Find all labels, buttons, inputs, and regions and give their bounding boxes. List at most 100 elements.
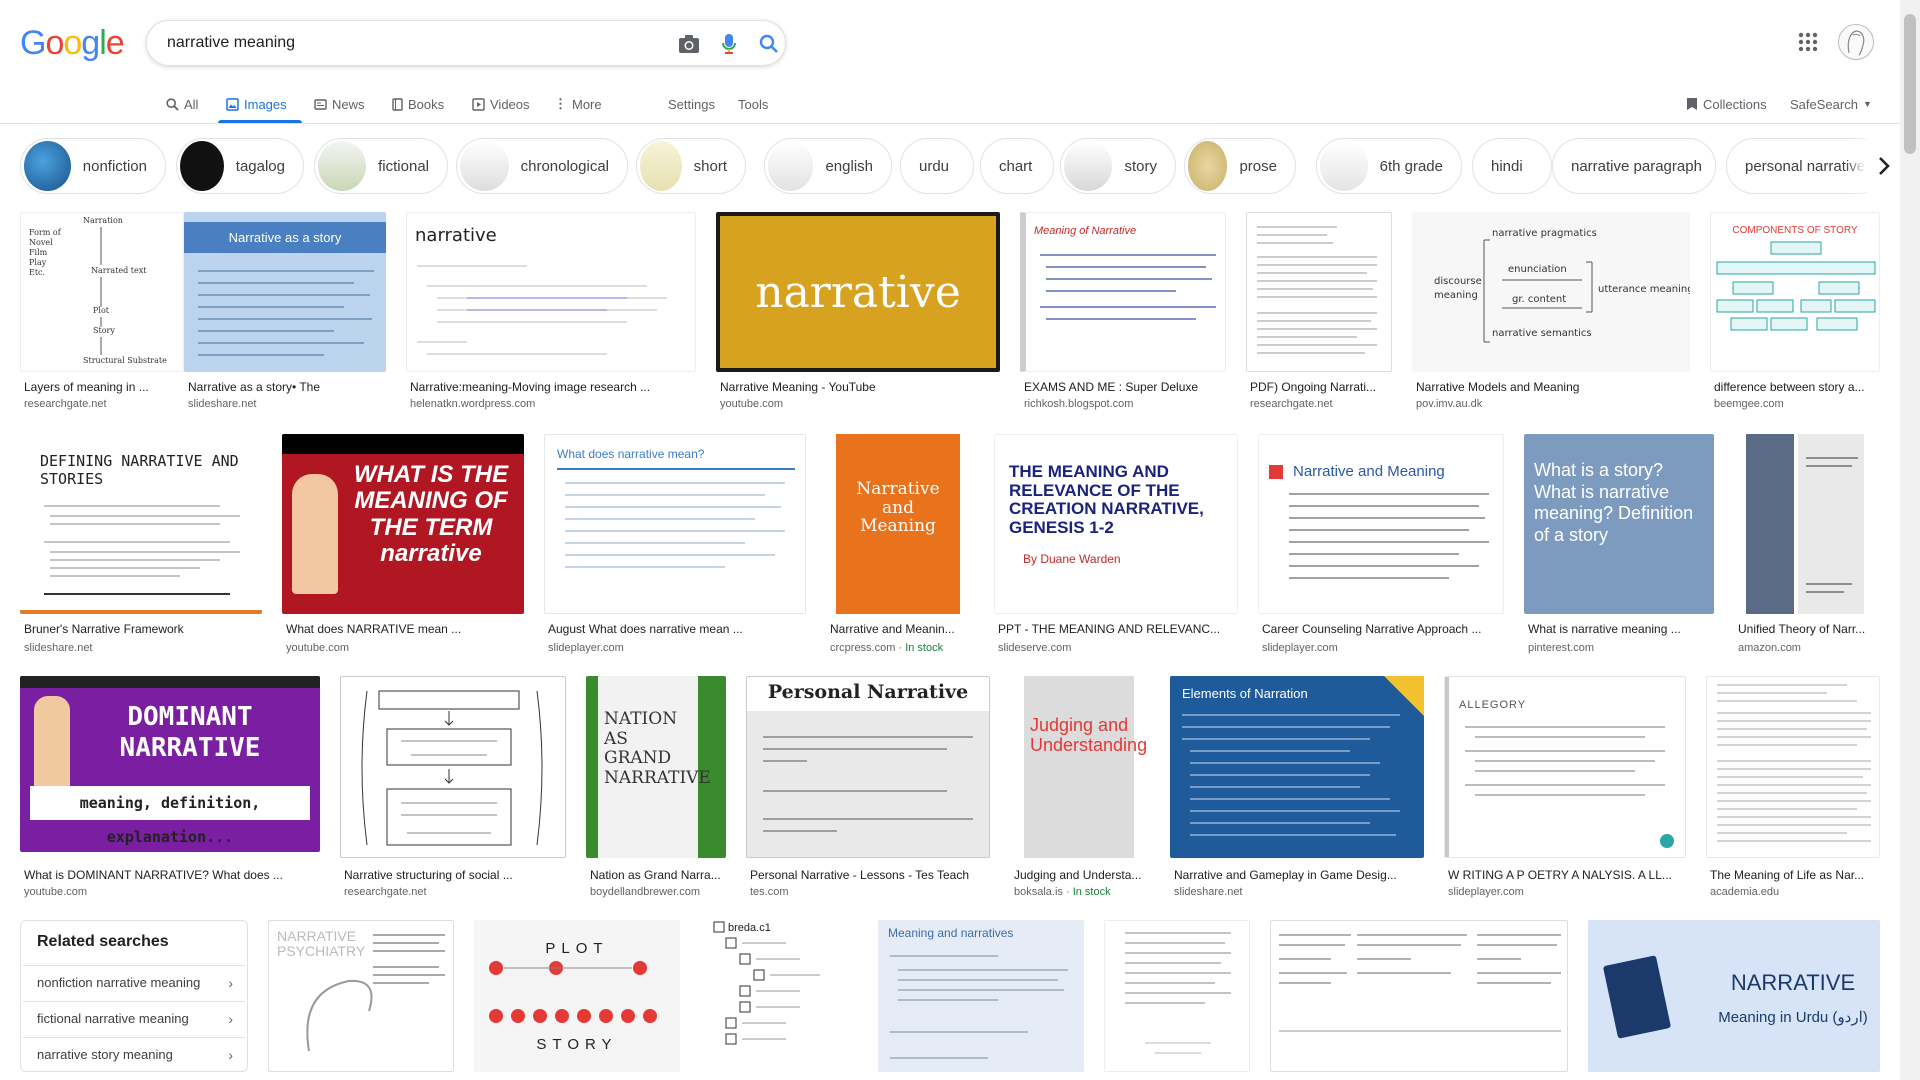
- result-title: W RITING A P OETRY A NALYSIS. A LL...: [1448, 868, 1672, 882]
- result-title: What does NARRATIVE mean ...: [286, 622, 462, 636]
- result-title: Narrative structuring of social ...: [344, 868, 513, 882]
- result-source: researchgate.net: [24, 398, 107, 410]
- thumbnail-heading: Personal Narrative: [747, 677, 989, 711]
- svg-text:utterance meaning: utterance meaning: [1598, 284, 1690, 295]
- result-thumbnail: Elements of Narration: [1170, 676, 1424, 858]
- result-source: slideshare.net: [1174, 886, 1243, 898]
- result-source: slideshare.net: [24, 642, 93, 654]
- related-search-item[interactable]: narrative story meaning ›: [23, 1037, 245, 1071]
- result-title: Judging and Understa...: [1014, 868, 1142, 882]
- result-source: slideplayer.com: [548, 642, 624, 654]
- result-thumbnail: COMPONENTS OF STORY: [1710, 212, 1880, 372]
- result-thumbnail: PLOT STORY: [474, 920, 680, 1072]
- thumbnail-heading: What does narrative mean?: [557, 447, 705, 461]
- result-thumbnail: [1270, 920, 1568, 1072]
- result-thumbnail: Narrative and Meaning: [1258, 434, 1504, 614]
- svg-text:Plot: Plot: [93, 306, 110, 315]
- result-source: boydellandbrewer.com: [590, 886, 701, 898]
- image-results-grid: Form of Novel Film Play Etc. Narration Narrate…: [0, 0, 1900, 1080]
- thumbnail-heading: Narrative and Meaning: [856, 479, 940, 537]
- result-title: Career Counseling Narrative Approach ...: [1262, 622, 1482, 636]
- result-thumbnail: Meaning and narratives: [878, 920, 1084, 1072]
- svg-text:gr. content: gr. content: [1512, 294, 1566, 305]
- result-title: difference between story a...: [1714, 380, 1865, 394]
- result-thumbnail: Meaning of Narrative: [1020, 212, 1226, 372]
- result-source: pov.imv.au.dk: [1416, 398, 1483, 410]
- stock-status: In stock: [1072, 886, 1111, 898]
- thumbnail-heading: narrative: [720, 216, 996, 368]
- thumbnail-subheading: Meaning in Urdu (اردو): [1718, 1009, 1868, 1026]
- svg-text:Form of: Form of: [29, 228, 62, 237]
- svg-text:narrative semantics: narrative semantics: [1492, 328, 1592, 339]
- result-source: boksala.is · In stock: [1014, 886, 1111, 898]
- result-title: Narrative Meaning - YouTube: [720, 380, 876, 394]
- thumbnail-heading: DOMINANT NARRATIVE: [119, 702, 261, 764]
- result-source: researchgate.net: [344, 886, 427, 898]
- svg-text:Film: Film: [29, 248, 48, 257]
- result-title: Narrative Models and Meaning: [1416, 380, 1580, 394]
- result-source: crcpress.com · In stock: [830, 642, 944, 654]
- result-thumbnail: What does narrative mean?: [544, 434, 806, 614]
- result-thumbnail: NARRATIVE PSYCHIATRY: [268, 920, 454, 1072]
- thumbnail-heading: THE MEANING AND RELEVANCE OF THE CREATIO…: [1009, 462, 1204, 538]
- result-thumbnail: breda.c1: [700, 920, 858, 1072]
- thumbnail-heading: What is a story? What is narrative meani…: [1534, 460, 1694, 545]
- thumbnail-heading: narrative: [415, 225, 497, 246]
- source-domain: crcpress.com: [830, 642, 896, 654]
- result-title: The Meaning of Life as Nar...: [1710, 868, 1865, 882]
- related-search-item[interactable]: fictional narrative meaning ›: [23, 1001, 245, 1035]
- result-thumbnail: Form of Novel Film Play Etc. Narration Narrate…: [20, 212, 184, 372]
- result-thumbnail: What is a story? What is narrative meani…: [1524, 434, 1714, 614]
- result-thumbnail: narrative pragmatics enunciation gr. conte…: [1412, 212, 1690, 372]
- source-domain: boksala.is: [1014, 886, 1063, 898]
- svg-text:Narration: Narration: [83, 216, 123, 225]
- scrollbar-thumb[interactable]: [1904, 14, 1916, 154]
- result-source: slideplayer.com: [1262, 642, 1338, 654]
- thumbnail-heading: Judging and Understanding: [1030, 715, 1148, 755]
- result-source: beemgee.com: [1714, 398, 1784, 410]
- related-search-label: narrative story meaning: [37, 1047, 173, 1062]
- result-title: Bruner's Narrative Framework: [24, 622, 184, 636]
- svg-text:enunciation: enunciation: [1508, 264, 1567, 275]
- result-thumbnail: [1734, 434, 1880, 614]
- result-source: youtube.com: [286, 642, 349, 654]
- page-scrollbar[interactable]: [1900, 0, 1920, 1080]
- result-title: Unified Theory of Narr...: [1738, 622, 1866, 636]
- result-thumbnail: DEFINING NARRATIVE AND STORIES: [20, 434, 262, 614]
- result-source: academia.edu: [1710, 886, 1780, 898]
- result-source: amazon.com: [1738, 642, 1801, 654]
- thumbnail-heading: NARRATIVE: [1730, 970, 1856, 995]
- result-source: pinterest.com: [1528, 642, 1595, 654]
- thumbnail-heading: DEFINING NARRATIVE AND STORIES: [40, 452, 239, 488]
- result-thumbnail: NARRATIVE Meaning in Urdu (اردو): [1588, 920, 1880, 1072]
- result-thumbnail: WHAT IS THE MEANING OF THE TERM narrativ…: [282, 434, 524, 614]
- thumbnail-heading: Meaning and narratives: [888, 926, 1014, 940]
- svg-text:narrative pragmatics: narrative pragmatics: [1492, 228, 1597, 239]
- result-title: Narrative:meaning-Moving image research …: [410, 380, 651, 394]
- chevron-right-icon: ›: [228, 975, 233, 991]
- result-source: tes.com: [750, 886, 789, 898]
- related-searches-panel: Related searches nonfiction narrative me…: [20, 920, 248, 1072]
- thumbnail-heading: WHAT IS THE MEANING OF THE TERM narrativ…: [353, 461, 509, 568]
- result-thumbnail: THE MEANING AND RELEVANCE OF THE CREATIO…: [994, 434, 1238, 614]
- result-title: PPT - THE MEANING AND RELEVANC...: [998, 622, 1221, 636]
- result-title: What is DOMINANT NARRATIVE? What does ..…: [24, 868, 283, 882]
- stock-status: In stock: [905, 642, 944, 654]
- svg-text:Structural Substrate: Structural Substrate: [83, 356, 167, 365]
- svg-text:Story: Story: [93, 326, 115, 335]
- thumbnail-heading: Narrative as a story: [184, 222, 386, 253]
- result-source: helenatkn.wordpress.com: [410, 398, 536, 410]
- result-source: slideserve.com: [998, 642, 1072, 654]
- result-source: youtube.com: [720, 398, 783, 410]
- thumbnail-heading: Meaning of Narrative: [1034, 225, 1137, 237]
- result-thumbnail: [1706, 676, 1880, 858]
- result-thumbnail: [340, 676, 566, 858]
- result-thumbnail: Judging and Understanding: [1010, 676, 1150, 858]
- related-search-item[interactable]: nonfiction narrative meaning ›: [23, 965, 245, 999]
- thumbnail-subheading: By Duane Warden: [1023, 551, 1121, 566]
- result-source: richkosh.blogspot.com: [1024, 398, 1134, 410]
- svg-text:Novel: Novel: [29, 238, 53, 247]
- result-thumbnail: NATION AS GRAND NARRATIVE: [586, 676, 726, 858]
- result-thumbnail: Narrative and Meaning: [826, 434, 974, 614]
- result-thumbnail: narrative: [716, 212, 1000, 372]
